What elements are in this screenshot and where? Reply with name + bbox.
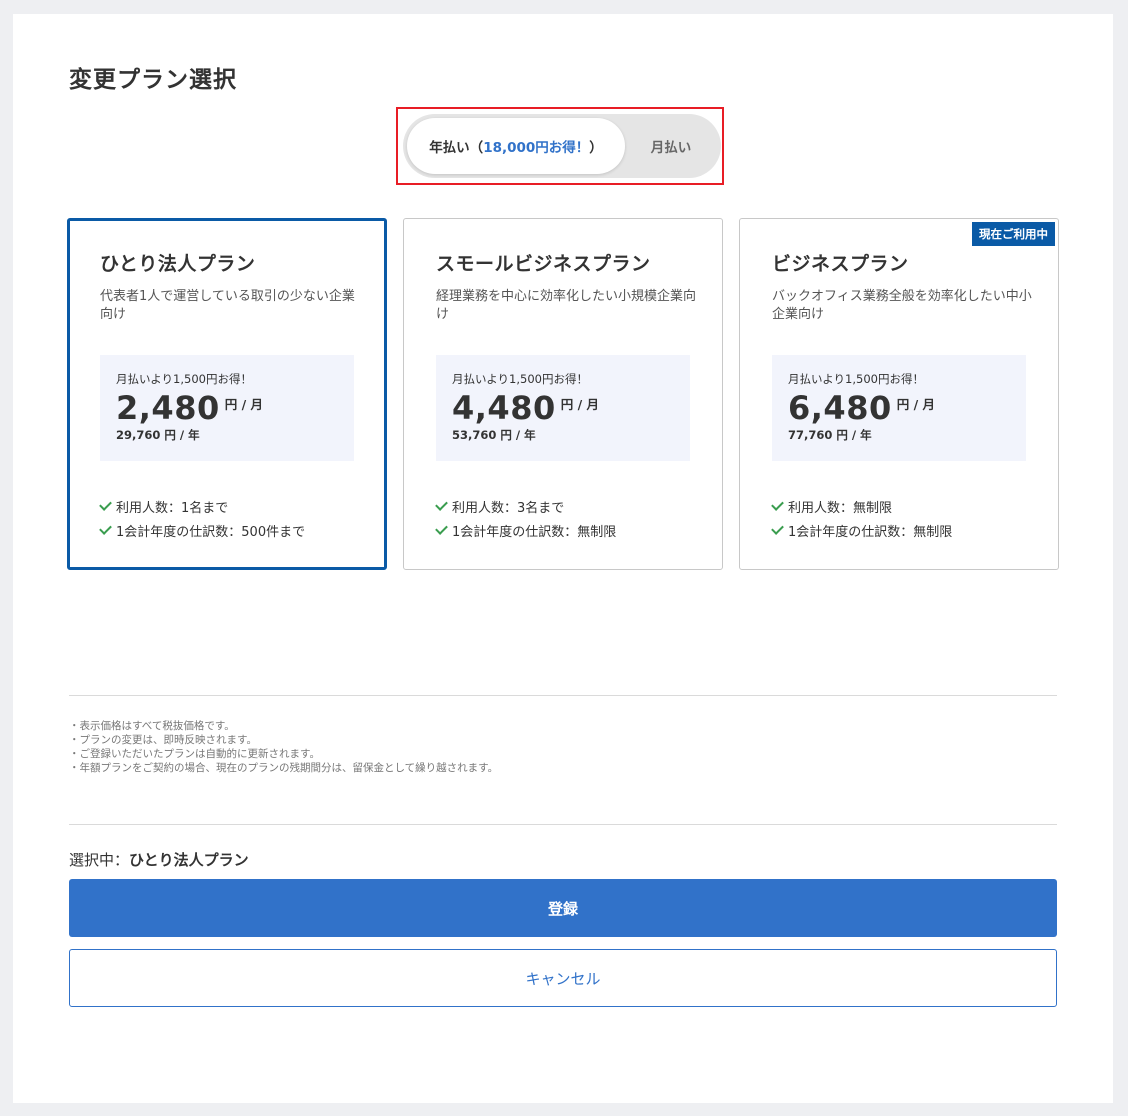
price-note: 月払いより1,500円お得！ bbox=[452, 372, 588, 386]
price-unit: 円 / 月 bbox=[224, 397, 263, 412]
current-plan-badge: 現在ご利用中 bbox=[972, 222, 1055, 246]
register-button[interactable]: 登録 bbox=[69, 879, 1057, 937]
page-title: 変更プラン選択 bbox=[69, 67, 237, 93]
plan-change-panel: 変更プラン選択 年払い（ 18,000円お得！） 月払い ひとり法人プラン 代表者… bbox=[13, 14, 1113, 1103]
price-unit: 円 / 月 bbox=[560, 397, 599, 412]
price-unit: 円 / 月 bbox=[896, 397, 935, 412]
selected-plan-name: ひとり法人プラン bbox=[129, 851, 249, 869]
note-item: ・表示価格はすべて税抜価格です。 bbox=[69, 720, 235, 732]
price-yearly: 53,760 円 / 年 bbox=[452, 428, 536, 442]
cancel-button[interactable]: キャンセル bbox=[69, 949, 1057, 1007]
check-icon bbox=[435, 498, 448, 511]
billing-toggle[interactable]: 年払い（ 18,000円お得！） 月払い bbox=[403, 114, 721, 178]
price-box: 月払いより1,500円お得！ 6,480 円 / 月 77,760 円 / 年 bbox=[772, 355, 1026, 461]
plan-name: スモールビジネスプラン bbox=[436, 253, 651, 275]
divider bbox=[69, 695, 1057, 696]
toggle-monthly-option[interactable]: 月払い bbox=[625, 118, 717, 174]
feature-list: 利用人数：無制限 1会計年度の仕訳数：無制限 bbox=[771, 494, 1058, 542]
feature-list: 利用人数：1名まで 1会計年度の仕訳数：500件まで bbox=[99, 494, 384, 542]
note-item: ・ご登録いただいたプランは自動的に更新されます。 bbox=[69, 748, 320, 760]
check-icon bbox=[771, 498, 784, 511]
feature-text: 1会計年度の仕訳数：無制限 bbox=[788, 524, 953, 540]
check-icon bbox=[99, 498, 112, 511]
feature-item: 1会計年度の仕訳数：500件まで bbox=[99, 518, 384, 542]
feature-item: 利用人数：無制限 bbox=[771, 494, 1058, 518]
note-item: ・プランの変更は、即時反映されます。 bbox=[69, 734, 257, 746]
check-icon bbox=[771, 522, 784, 535]
price-box: 月払いより1,500円お得！ 4,480 円 / 月 53,760 円 / 年 bbox=[436, 355, 690, 461]
feature-text: 1会計年度の仕訳数：500件まで bbox=[116, 524, 306, 540]
feature-item: 利用人数：1名まで bbox=[99, 494, 384, 518]
price-amount: 4,480 bbox=[452, 389, 556, 427]
plan-description: 経理業務を中心に効率化したい小規模企業向け bbox=[436, 289, 697, 322]
plan-name: ビジネスプラン bbox=[772, 253, 909, 275]
toggle-yearly-option[interactable]: 年払い（ 18,000円お得！） bbox=[407, 118, 625, 174]
feature-text: 利用人数：1名まで bbox=[116, 500, 229, 516]
divider bbox=[69, 824, 1057, 825]
notes-list: ・表示価格はすべて税抜価格です。 ・プランの変更は、即時反映されます。 ・ご登録… bbox=[69, 719, 498, 775]
check-icon bbox=[435, 522, 448, 535]
feature-list: 利用人数：3名まで 1会計年度の仕訳数：無制限 bbox=[435, 494, 722, 542]
feature-item: 1会計年度の仕訳数：無制限 bbox=[435, 518, 722, 542]
yearly-label: 年払い（ bbox=[429, 140, 484, 156]
price-amount: 2,480 bbox=[116, 389, 220, 427]
check-icon bbox=[99, 522, 112, 535]
plan-description: バックオフィス業務全般を効率化したい中小企業向け bbox=[772, 289, 1032, 322]
yearly-suffix: ） bbox=[589, 140, 603, 156]
feature-item: 利用人数：3名まで bbox=[435, 494, 722, 518]
price-yearly: 29,760 円 / 年 bbox=[116, 428, 200, 442]
selected-plan-line: 選択中：ひとり法人プラン bbox=[69, 849, 249, 870]
feature-text: 利用人数：無制限 bbox=[788, 500, 893, 516]
selected-label: 選択中： bbox=[69, 851, 130, 869]
plan-card-small-business[interactable]: スモールビジネスプラン 経理業務を中心に効率化したい小規模企業向け 月払いより1… bbox=[403, 218, 723, 570]
price-yearly: 77,760 円 / 年 bbox=[788, 428, 872, 442]
note-item: ・年額プランをご契約の場合、現在のプランの残期間分は、留保金として繰り越されます… bbox=[69, 762, 499, 774]
price-amount: 6,480 bbox=[788, 389, 892, 427]
feature-text: 利用人数：3名まで bbox=[452, 500, 565, 516]
feature-text: 1会計年度の仕訳数：無制限 bbox=[452, 524, 617, 540]
plan-description: 代表者1人で運営している取引の少ない企業向け bbox=[100, 289, 355, 322]
feature-item: 1会計年度の仕訳数：無制限 bbox=[771, 518, 1058, 542]
plan-name: ひとり法人プラン bbox=[100, 253, 256, 275]
yearly-savings: 18,000円お得！ bbox=[483, 140, 590, 156]
price-note: 月払いより1,500円お得！ bbox=[788, 372, 924, 386]
price-box: 月払いより1,500円お得！ 2,480 円 / 月 29,760 円 / 年 bbox=[100, 355, 354, 461]
plan-card-business[interactable]: 現在ご利用中 ビジネスプラン バックオフィス業務全般を効率化したい中小企業向け … bbox=[739, 218, 1059, 570]
plan-card-solo[interactable]: ひとり法人プラン 代表者1人で運営している取引の少ない企業向け 月払いより1,5… bbox=[67, 218, 387, 570]
price-note: 月払いより1,500円お得！ bbox=[116, 372, 252, 386]
